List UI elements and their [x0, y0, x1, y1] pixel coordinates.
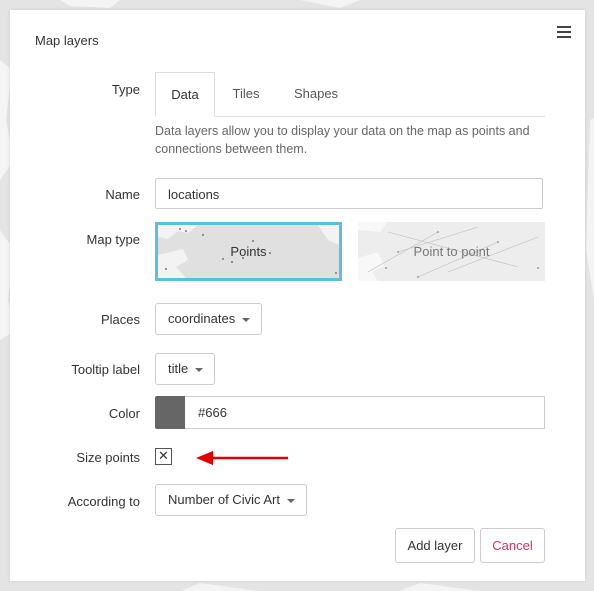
tab-tiles[interactable]: Tiles: [219, 72, 273, 115]
chevron-down-icon: [286, 499, 295, 503]
map-layers-panel: Map layers Type Data Tiles Shapes Data l…: [10, 10, 585, 581]
places-select-value: coordinates: [168, 311, 236, 326]
name-input[interactable]: locations: [155, 178, 543, 209]
tooltip-label-label: Tooltip label: [71, 362, 140, 377]
places-select[interactable]: coordinates: [155, 303, 263, 335]
layer-type-tabs: Data Tiles Shapes: [155, 72, 545, 117]
according-to-select[interactable]: Number of Civic Art: [155, 484, 307, 516]
map-type-label: Map type: [86, 232, 140, 247]
add-layer-button[interactable]: Add layer: [395, 528, 475, 563]
map-type-points-option[interactable]: Points: [155, 222, 342, 281]
color-swatch[interactable]: [155, 396, 185, 429]
size-points-checkbox[interactable]: ✕: [155, 448, 172, 465]
points-option-label: Points: [230, 244, 267, 259]
panel-title: Map layers: [35, 33, 99, 48]
cancel-button[interactable]: Cancel: [480, 528, 545, 563]
according-to-label: According to: [67, 494, 140, 509]
name-label: Name: [105, 187, 140, 202]
data-layer-description: Data layers allow you to display your da…: [155, 124, 530, 156]
according-to-select-value: Number of Civic Art: [168, 492, 280, 507]
tooltip-label-select-value: title: [168, 361, 189, 376]
size-points-label: Size points: [76, 450, 140, 465]
color-input[interactable]: #666: [185, 396, 545, 429]
annotation-arrow-icon: [196, 451, 288, 465]
type-label: Type: [111, 82, 140, 97]
chevron-down-icon: [242, 318, 251, 322]
chevron-down-icon: [195, 368, 204, 372]
tab-shapes[interactable]: Shapes: [283, 72, 349, 115]
tab-data[interactable]: Data: [155, 72, 215, 117]
map-type-point-to-point-option[interactable]: Point to point: [358, 222, 545, 281]
point-to-point-option-label: Point to point: [413, 244, 490, 259]
color-label: Color: [108, 406, 140, 421]
tooltip-label-select[interactable]: title: [155, 353, 216, 385]
hamburger-menu-icon[interactable]: [557, 26, 571, 40]
places-label: Places: [100, 312, 140, 327]
